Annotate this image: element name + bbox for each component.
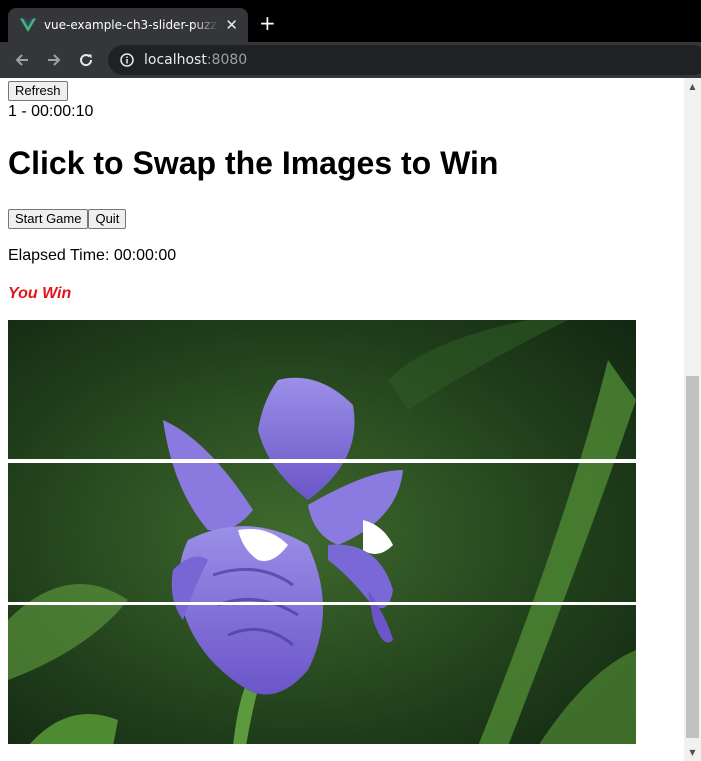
puzzle-piece-3[interactable]	[8, 605, 636, 744]
scroll-down-icon[interactable]: ▼	[684, 744, 701, 761]
scroll-thumb[interactable]	[686, 376, 699, 738]
puzzle-piece-1[interactable]	[8, 320, 636, 459]
reload-icon[interactable]	[76, 50, 96, 70]
start-game-button[interactable]: Start Game	[8, 209, 89, 229]
game-controls: Start Game Quit	[8, 209, 127, 229]
arrow-left-icon[interactable]	[12, 50, 32, 70]
win-message: You Win	[8, 285, 72, 302]
vertical-scrollbar[interactable]: ▲ ▼	[684, 78, 701, 761]
iris-photo-slice	[8, 605, 636, 744]
page-title: Click to Swap the Images to Win	[8, 145, 499, 181]
close-tab-icon[interactable]: ✕	[225, 16, 238, 34]
info-icon[interactable]	[120, 53, 134, 67]
iris-photo-slice	[8, 320, 636, 459]
puzzle-piece-2[interactable]	[8, 463, 636, 602]
puzzle-board	[8, 320, 636, 746]
address-bar[interactable]: localhost:8080	[108, 45, 701, 75]
iris-photo-slice	[8, 463, 636, 602]
url-port: :8080	[206, 52, 248, 68]
refresh-button[interactable]: Refresh	[8, 81, 68, 101]
arrow-right-icon[interactable]	[44, 50, 64, 70]
browser-tab[interactable]: vue-example-ch3-slider-puzzle ✕	[8, 8, 248, 42]
quit-button[interactable]: Quit	[88, 209, 127, 229]
tab-title: vue-example-ch3-slider-puzzle	[43, 18, 220, 32]
elapsed-time: Elapsed Time: 00:00:00	[8, 247, 177, 264]
page-viewport: Refresh 1 - 00:00:10 Click to Swap the I…	[0, 78, 701, 761]
vue-logo-icon	[20, 18, 36, 32]
refresh-counter: 1 - 00:00:10	[8, 103, 94, 120]
browser-toolbar: localhost:8080	[0, 42, 701, 78]
url-host: localhost	[144, 52, 207, 68]
scroll-up-icon[interactable]: ▲	[684, 78, 701, 95]
browser-tab-strip: vue-example-ch3-slider-puzzle ✕ +	[0, 0, 701, 42]
new-tab-button[interactable]: +	[259, 11, 276, 35]
